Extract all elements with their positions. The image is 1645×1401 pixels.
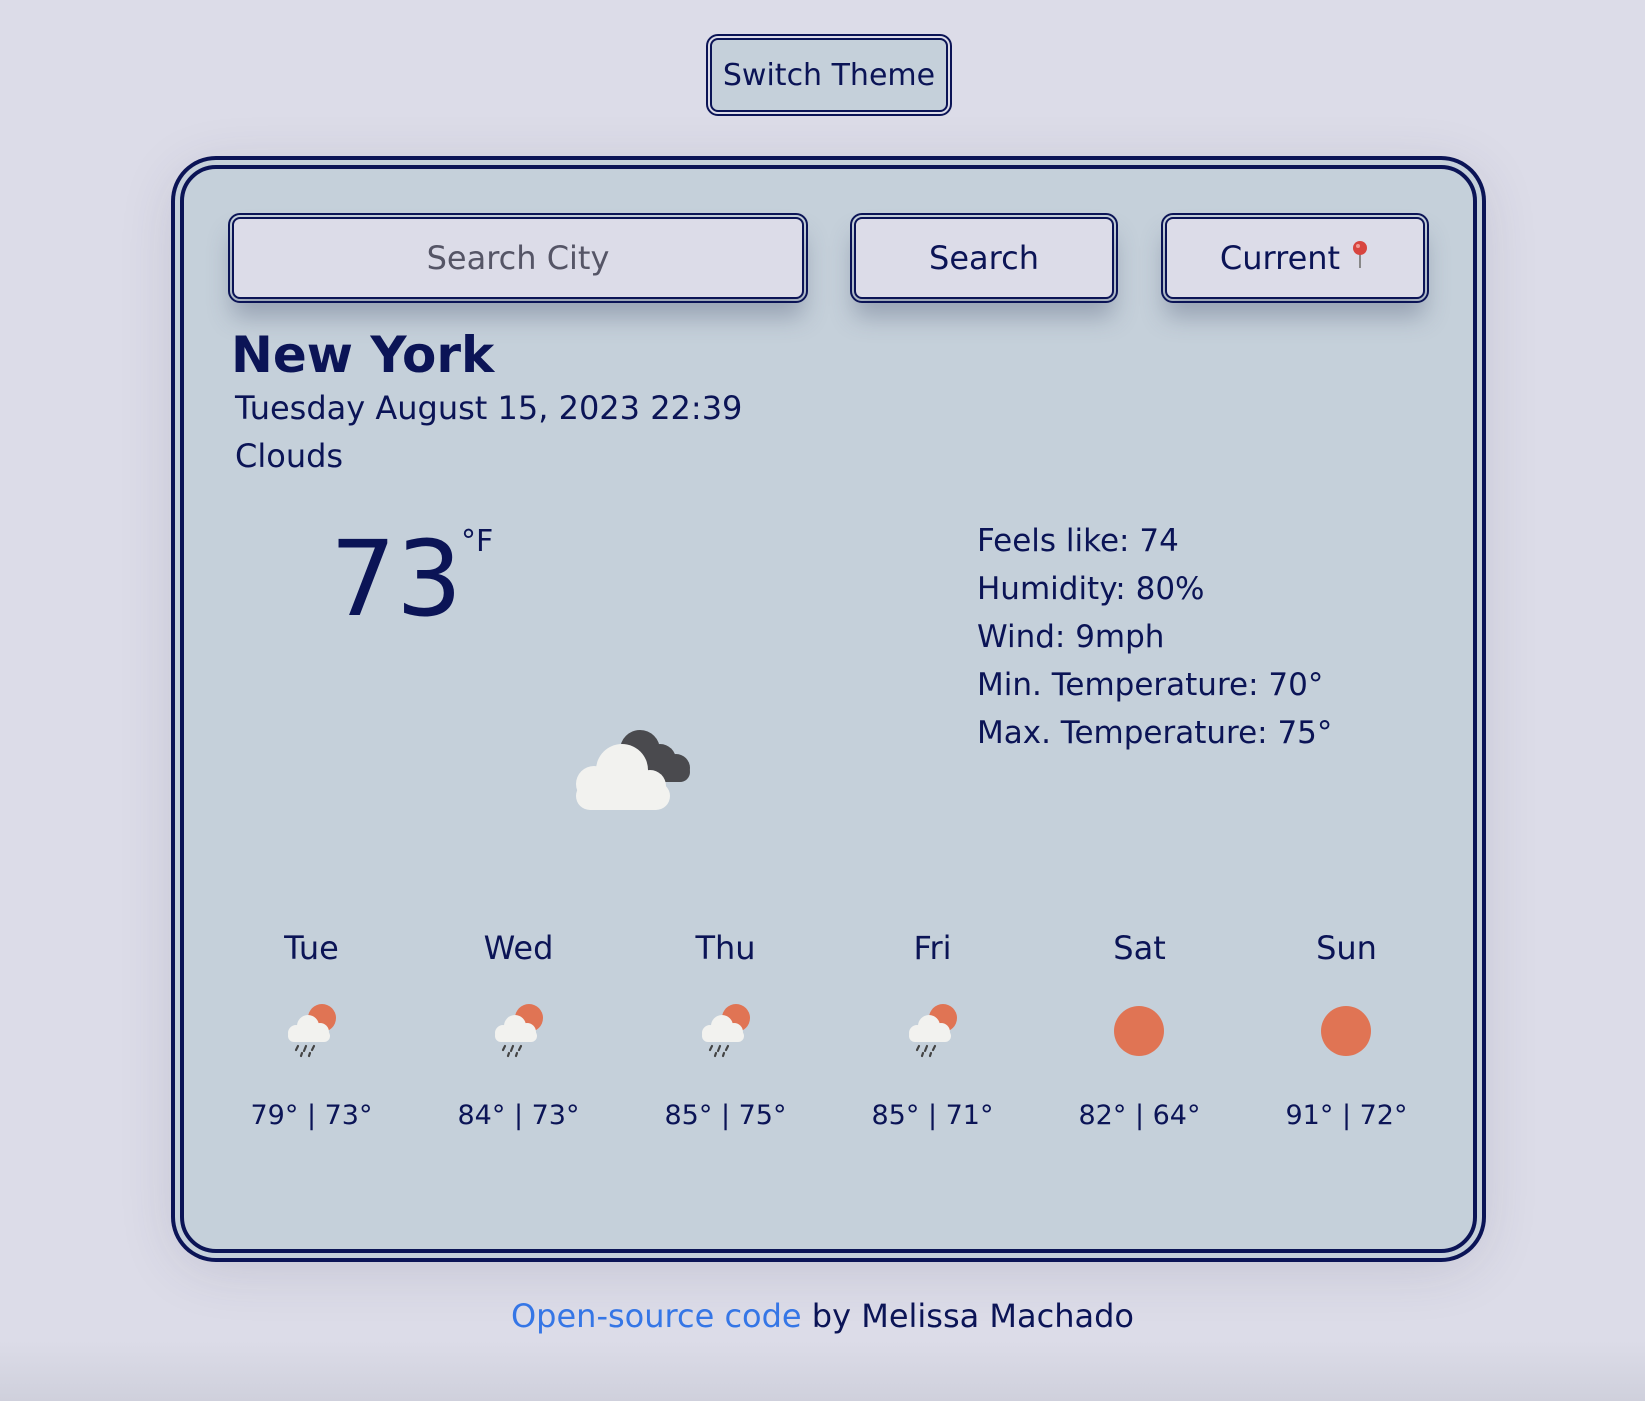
forecast: Tue 79° | 73° Wed 84° | 73° Thu 85° | 75… [208,928,1453,1148]
forecast-temp-range: 79° | 73° [250,1100,373,1131]
min-temperature: Min. Temperature: 70° [977,667,1324,703]
forecast-day: Thu 85° | 75° [622,928,829,1131]
temperature-unit: °F [461,524,494,559]
forecast-temp-range: 91° | 72° [1285,1100,1408,1131]
footer: Open-source code by Melissa Machado [0,1297,1645,1335]
forecast-day: Wed 84° | 73° [415,928,622,1131]
rain-sun-icon [901,998,965,1062]
humidity: Humidity: 80% [977,571,1205,607]
forecast-day: Fri 85° | 71° [829,928,1036,1131]
forecast-day-name: Tue [284,929,339,967]
forecast-day-name: Thu [695,929,756,967]
forecast-temp-range: 85° | 71° [871,1100,994,1131]
sun-icon [1108,998,1172,1062]
footer-credit: by Melissa Machado [801,1297,1134,1335]
forecast-day: Tue 79° | 73° [208,928,415,1131]
rain-sun-icon [487,998,551,1062]
search-button[interactable]: Search [850,213,1118,303]
forecast-day-name: Fri [913,929,952,967]
date-time: Tuesday August 15, 2023 22:39 [235,389,743,427]
forecast-temp-range: 85° | 75° [664,1100,787,1131]
open-source-link[interactable]: Open-source code [511,1297,802,1335]
forecast-temp-range: 84° | 73° [457,1100,580,1131]
wind: Wind: 9mph [977,619,1165,655]
weather-description: Clouds [235,437,344,475]
sun-disc [1320,1006,1371,1056]
forecast-day-name: Sun [1316,929,1377,967]
current-temperature: 73 [330,518,463,640]
weather-details: Feels like: 74 Humidity: 80% Wind: 9mph … [977,517,1332,757]
current-button-label: Current [1219,239,1341,277]
forecast-day-name: Wed [483,929,554,967]
forecast-day: Sun 91° | 72° [1243,928,1450,1131]
feels-like: Feels like: 74 [977,523,1179,559]
forecast-day-name: Sat [1113,929,1166,967]
rain-sun-icon [280,998,344,1062]
forecast-temp-range: 82° | 64° [1078,1100,1201,1131]
current-location-button[interactable]: Current [1161,213,1429,303]
sun-disc [1113,1006,1164,1056]
city-name: New York [231,326,495,384]
sun-icon [1315,998,1379,1062]
search-city-input[interactable] [228,213,808,303]
rain-sun-icon [694,998,758,1062]
max-temperature: Max. Temperature: 75° [977,715,1333,751]
switch-theme-button[interactable]: Switch Theme [706,34,952,116]
pin-icon [1350,240,1370,277]
forecast-day: Sat 82° | 64° [1036,928,1243,1131]
clouds-icon [560,712,708,812]
